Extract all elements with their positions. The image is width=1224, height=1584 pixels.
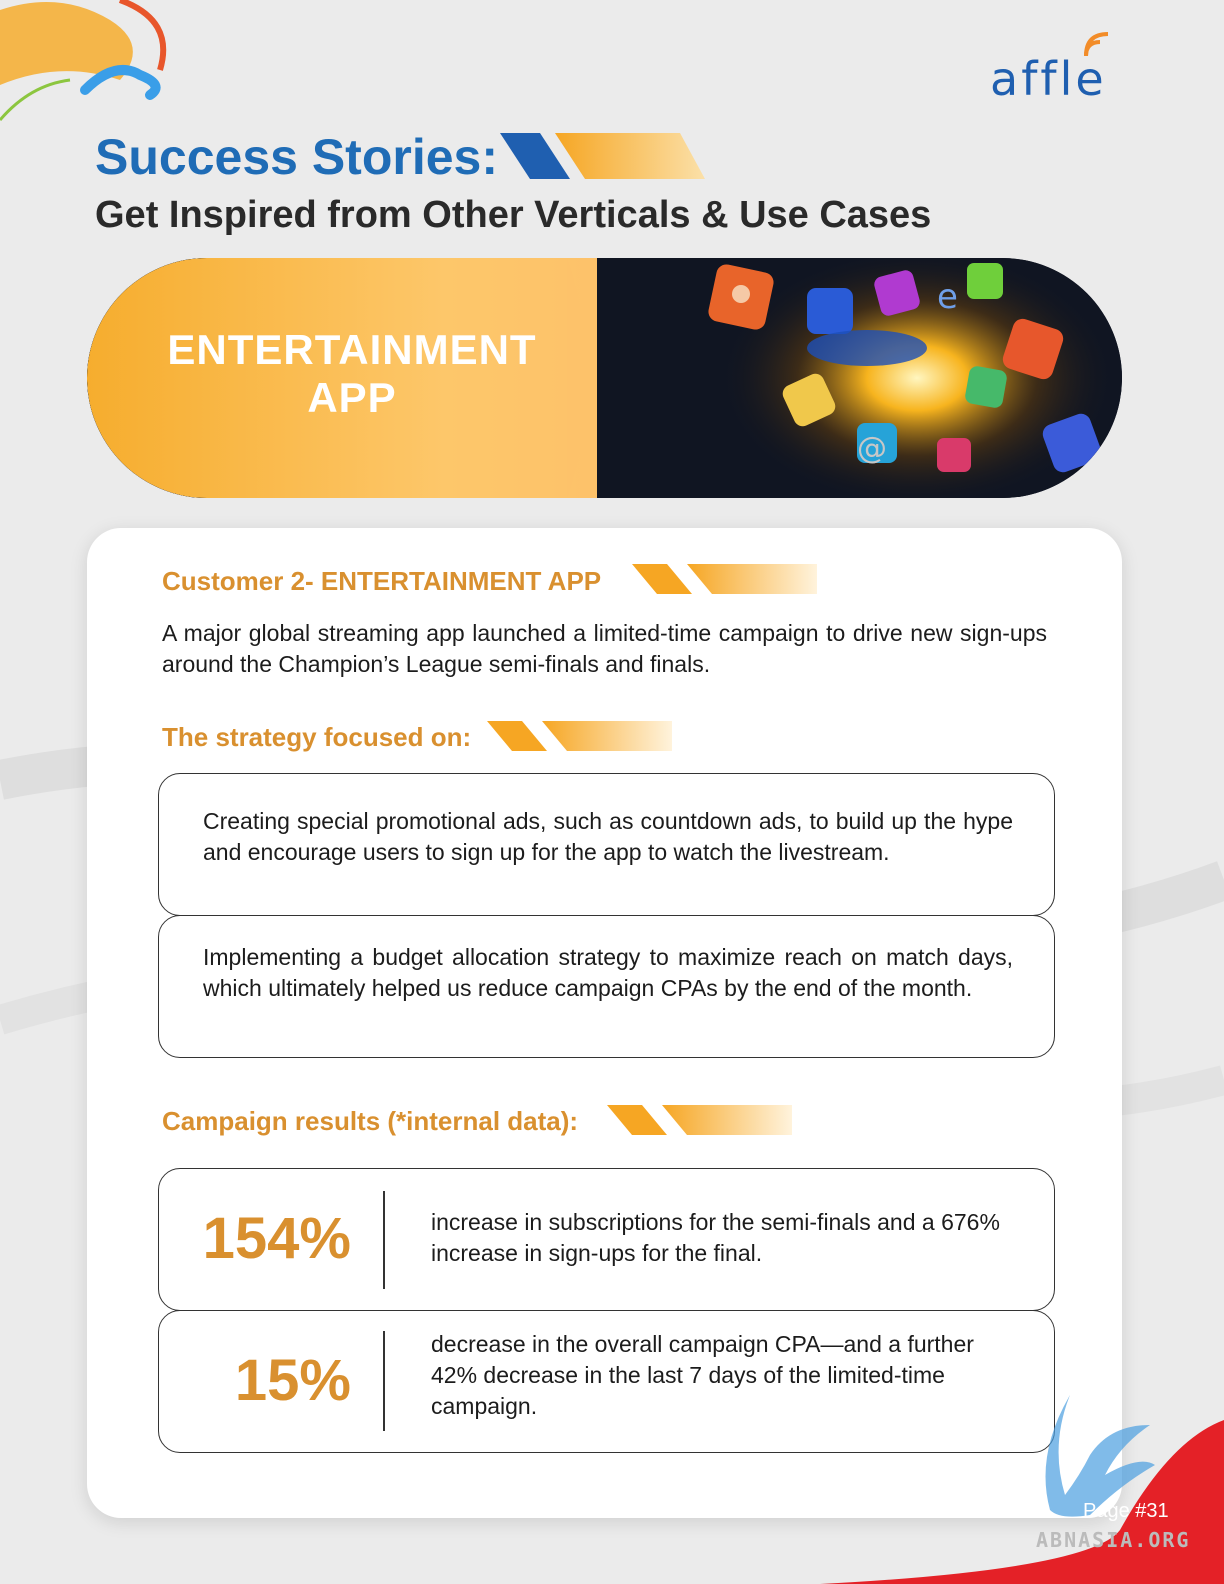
result-text: decrease in the overall campaign CPA—and… [431, 1331, 974, 1419]
results-heading: Campaign results (*internal data): [162, 1106, 579, 1136]
strategy-item: Implementing a budget allocation strateg… [158, 915, 1055, 1058]
strategy-item-text: Implementing a budget allocation strateg… [203, 944, 1013, 1001]
corner-swoosh-decoration [0, 0, 167, 121]
hero-title-line2: APP [307, 374, 397, 421]
hero-title-line1: ENTERTAINMENT [167, 326, 537, 373]
customer-intro: A major global streaming app launched a … [162, 620, 1047, 677]
watermark-text: ABNASIA.ORG [1036, 1528, 1191, 1552]
result-row: 15% decrease in the overall campaign CPA… [158, 1310, 1055, 1453]
page-number: Page #31 [1083, 1500, 1169, 1522]
hero-curve-edge [567, 258, 587, 498]
result-divider [383, 1191, 385, 1289]
heading-stripes-decoration [487, 721, 672, 751]
title-stripes-decoration [500, 133, 705, 179]
result-divider [383, 1331, 385, 1431]
heading-stripes-decoration [607, 1105, 792, 1135]
customer-heading: Customer 2- ENTERTAINMENT APP [162, 566, 602, 596]
svg-text:e: e [937, 277, 958, 317]
wifi-signal-icon [1084, 32, 1109, 57]
hero-title: ENTERTAINMENT APP [157, 326, 547, 422]
strategy-item: Creating special promotional ads, such a… [158, 773, 1055, 916]
strategy-heading: The strategy focused on: [162, 722, 472, 752]
case-study-card: Customer 2- ENTERTAINMENT APP A major gl… [87, 528, 1122, 1518]
strategy-item-text: Creating special promotional ads, such a… [203, 808, 1013, 865]
hero-banner: e @ ENTERTAINMENT APP [87, 258, 1122, 498]
svg-text:@: @ [857, 431, 887, 466]
result-row: 154% increase in subscriptions for the s… [158, 1168, 1055, 1311]
result-value: 15% [234, 1348, 351, 1413]
heading-stripes-decoration [632, 564, 817, 594]
affle-logo: affle [990, 52, 1107, 106]
page-title: Success Stories: [95, 129, 498, 185]
result-value: 154% [202, 1206, 351, 1271]
result-text: increase in subscriptions for the semi-f… [431, 1209, 1000, 1266]
page-subtitle: Get Inspired from Other Verticals & Use … [95, 194, 932, 236]
